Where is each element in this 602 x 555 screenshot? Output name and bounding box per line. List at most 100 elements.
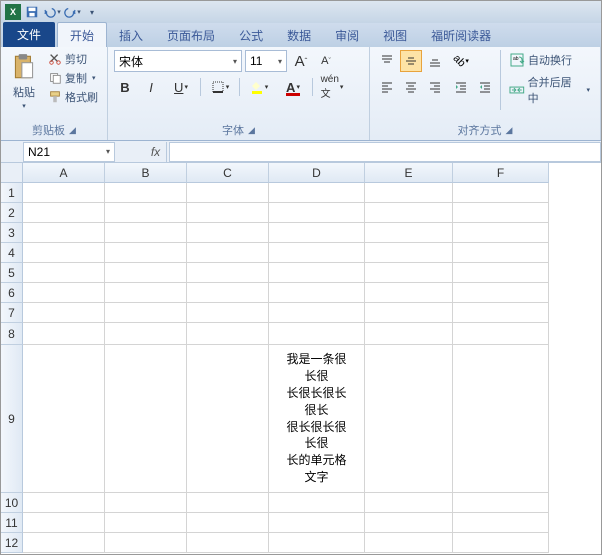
cell-F9[interactable]	[453, 345, 549, 493]
cell-F1[interactable]	[453, 183, 549, 203]
tab-review[interactable]: 审阅	[323, 23, 371, 47]
font-name-combo[interactable]: 宋体▾	[114, 50, 242, 72]
row-header-2[interactable]: 2	[1, 203, 23, 223]
cell-B10[interactable]	[105, 493, 187, 513]
row-header-6[interactable]: 6	[1, 283, 23, 303]
cell-C11[interactable]	[187, 513, 269, 533]
cell-F6[interactable]	[453, 283, 549, 303]
cell-E2[interactable]	[365, 203, 453, 223]
cell-E9[interactable]	[365, 345, 453, 493]
row-header-5[interactable]: 5	[1, 263, 23, 283]
cell-C10[interactable]	[187, 493, 269, 513]
cell-D11[interactable]	[269, 513, 365, 533]
cell-B2[interactable]	[105, 203, 187, 223]
row-header-7[interactable]: 7	[1, 303, 23, 323]
cell-D7[interactable]	[269, 303, 365, 323]
cell-E12[interactable]	[365, 533, 453, 553]
cell-C6[interactable]	[187, 283, 269, 303]
cell-E8[interactable]	[365, 323, 453, 345]
decrease-indent-button[interactable]	[450, 76, 472, 98]
col-header-B[interactable]: B	[105, 163, 187, 183]
cell-B1[interactable]	[105, 183, 187, 203]
formula-input[interactable]	[169, 142, 601, 162]
fill-color-button[interactable]: ▾	[244, 76, 274, 98]
tab-file[interactable]: 文件	[3, 22, 55, 47]
cell-F4[interactable]	[453, 243, 549, 263]
cell-F10[interactable]	[453, 493, 549, 513]
cell-F2[interactable]	[453, 203, 549, 223]
clipboard-launcher[interactable]: ◢	[69, 125, 76, 136]
orientation-button[interactable]: ab▾	[450, 50, 472, 72]
align-bottom-button[interactable]	[424, 50, 446, 72]
cell-A7[interactable]	[23, 303, 105, 323]
align-top-button[interactable]	[376, 50, 398, 72]
cell-E6[interactable]	[365, 283, 453, 303]
cell-A1[interactable]	[23, 183, 105, 203]
tab-foxit[interactable]: 福昕阅读器	[419, 23, 503, 47]
row-header-8[interactable]: 8	[1, 323, 23, 345]
cell-B4[interactable]	[105, 243, 187, 263]
qat-customize[interactable]: ▾	[83, 3, 101, 21]
row-header-11[interactable]: 11	[1, 513, 23, 533]
cells-area[interactable]: 我是一条很 长很 长很长很长 很长 很长很长很 长很 长的单元格 文字	[23, 183, 601, 553]
fx-button[interactable]: fx	[145, 142, 167, 162]
save-button[interactable]	[23, 3, 41, 21]
decrease-font-button[interactable]: Aˇ	[315, 50, 337, 72]
merge-center-button[interactable]: 合并后居中▾	[505, 72, 594, 108]
undo-button[interactable]: ▾	[43, 3, 61, 21]
italic-button[interactable]: I	[140, 76, 162, 98]
cell-C8[interactable]	[187, 323, 269, 345]
cell-E4[interactable]	[365, 243, 453, 263]
cell-B7[interactable]	[105, 303, 187, 323]
cell-D6[interactable]	[269, 283, 365, 303]
name-box[interactable]: N21▾	[23, 142, 115, 162]
cell-D2[interactable]	[269, 203, 365, 223]
tab-insert[interactable]: 插入	[107, 23, 155, 47]
cell-D8[interactable]	[269, 323, 365, 345]
bold-button[interactable]: B	[114, 76, 136, 98]
select-all-corner[interactable]	[1, 163, 23, 183]
paste-button[interactable]: 粘贴 ▾	[7, 50, 41, 120]
cell-B11[interactable]	[105, 513, 187, 533]
cell-C9[interactable]	[187, 345, 269, 493]
border-button[interactable]: ▾	[205, 76, 235, 98]
cell-B8[interactable]	[105, 323, 187, 345]
cell-E5[interactable]	[365, 263, 453, 283]
col-header-C[interactable]: C	[187, 163, 269, 183]
cell-E7[interactable]	[365, 303, 453, 323]
font-color-button[interactable]: A▾	[278, 76, 308, 98]
cell-F12[interactable]	[453, 533, 549, 553]
cell-C7[interactable]	[187, 303, 269, 323]
increase-indent-button[interactable]	[474, 76, 496, 98]
alignment-launcher[interactable]: ◢	[506, 125, 513, 136]
phonetic-button[interactable]: wén文▾	[317, 76, 347, 98]
cell-A8[interactable]	[23, 323, 105, 345]
col-header-F[interactable]: F	[453, 163, 549, 183]
cell-D3[interactable]	[269, 223, 365, 243]
cell-A12[interactable]	[23, 533, 105, 553]
cell-C12[interactable]	[187, 533, 269, 553]
row-header-3[interactable]: 3	[1, 223, 23, 243]
cell-B9[interactable]	[105, 345, 187, 493]
cell-F3[interactable]	[453, 223, 549, 243]
cell-C4[interactable]	[187, 243, 269, 263]
cell-A3[interactable]	[23, 223, 105, 243]
row-header-9[interactable]: 9	[1, 345, 23, 493]
cell-B12[interactable]	[105, 533, 187, 553]
cell-F5[interactable]	[453, 263, 549, 283]
cell-C2[interactable]	[187, 203, 269, 223]
cell-B6[interactable]	[105, 283, 187, 303]
tab-view[interactable]: 视图	[371, 23, 419, 47]
redo-button[interactable]: ▾	[63, 3, 81, 21]
cell-A9[interactable]	[23, 345, 105, 493]
cell-B5[interactable]	[105, 263, 187, 283]
tab-home[interactable]: 开始	[57, 22, 107, 47]
tab-formulas[interactable]: 公式	[227, 23, 275, 47]
cell-A10[interactable]	[23, 493, 105, 513]
cell-F7[interactable]	[453, 303, 549, 323]
font-launcher[interactable]: ◢	[248, 125, 255, 136]
copy-button[interactable]: 复制▾	[45, 69, 101, 87]
col-header-A[interactable]: A	[23, 163, 105, 183]
increase-font-button[interactable]: Aˆ	[290, 50, 312, 72]
row-header-1[interactable]: 1	[1, 183, 23, 203]
